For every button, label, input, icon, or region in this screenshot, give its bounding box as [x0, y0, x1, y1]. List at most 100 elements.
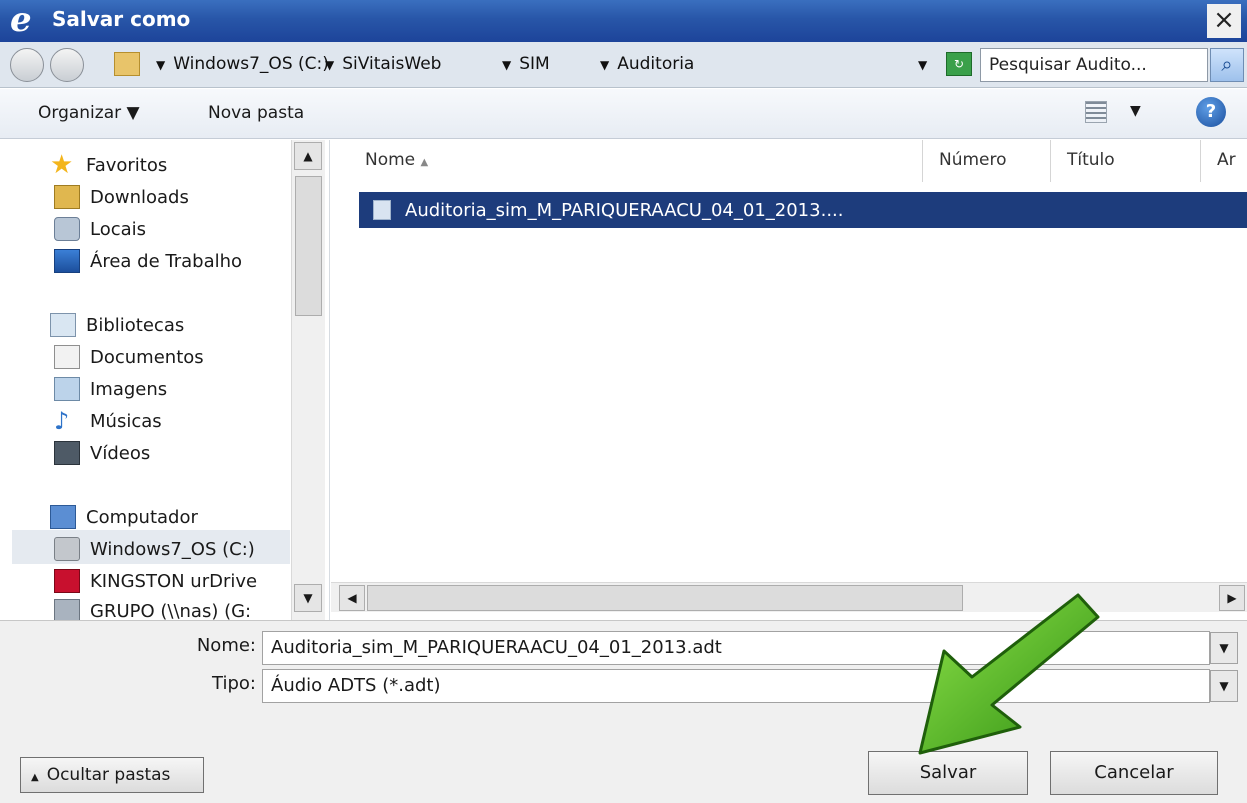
nav-libraries[interactable]: Bibliotecas [50, 310, 184, 340]
nav-label: Bibliotecas [86, 314, 185, 336]
nav-videos[interactable]: Vídeos [54, 438, 150, 468]
toolbar: Organizar ▼ Nova pasta ▼ ? [0, 89, 1247, 139]
chevron-up-icon: ▲ [31, 772, 39, 783]
nav-documents[interactable]: Documentos [54, 342, 204, 372]
save-button[interactable]: Salvar [868, 751, 1028, 795]
save-form: Nome: Auditoria_sim_M_PARIQUERAACU_04_01… [0, 620, 1247, 803]
downloads-folder-icon [54, 185, 80, 209]
desktop-icon [54, 249, 80, 273]
help-icon[interactable]: ? [1196, 97, 1226, 127]
breadcrumb-label[interactable]: SIM [519, 54, 549, 74]
search-input[interactable]: Pesquisar Audito... [980, 48, 1208, 82]
nav-scrollbar[interactable]: ▲ ▼ [291, 140, 325, 620]
column-header-title[interactable]: Título [1051, 140, 1201, 182]
scroll-right-icon[interactable]: ▶ [1219, 585, 1245, 611]
cancel-button[interactable]: Cancelar [1050, 751, 1218, 795]
nav-label: Favoritos [86, 154, 168, 176]
libraries-icon [50, 313, 76, 337]
filename-field[interactable]: Auditoria_sim_M_PARIQUERAACU_04_01_2013.… [262, 631, 1210, 665]
chevron-down-icon[interactable]: ▼ [600, 58, 609, 72]
scroll-thumb[interactable] [295, 176, 322, 316]
breadcrumb-label[interactable]: Auditoria [617, 54, 694, 74]
filename-label: Nome: [196, 635, 256, 656]
usb-drive-icon [54, 569, 80, 593]
breadcrumb-auditoria[interactable]: ▼ Auditoria [600, 54, 694, 74]
column-header-number[interactable]: Número [923, 140, 1051, 182]
forward-button[interactable] [50, 48, 84, 82]
scroll-thumb[interactable] [367, 585, 963, 611]
new-folder-button[interactable]: Nova pasta [208, 103, 304, 123]
pictures-icon [54, 377, 80, 401]
file-name: Auditoria_sim_M_PARIQUERAACU_04_01_2013.… [405, 199, 844, 221]
close-button[interactable]: × [1207, 4, 1241, 38]
videos-icon [54, 441, 80, 465]
organize-button[interactable]: Organizar ▼ [38, 103, 140, 123]
audio-file-icon [373, 200, 391, 220]
folder-icon [114, 52, 140, 76]
nav-label: GRUPO (\\nas) (G: [90, 600, 252, 621]
music-icon: ♪ [54, 407, 70, 435]
computer-icon [50, 505, 76, 529]
filetype-label: Tipo: [212, 673, 256, 694]
window-title: Salvar como [52, 7, 191, 31]
internet-explorer-icon: e [10, 0, 32, 40]
file-list-scrollbar[interactable]: ◀ ▶ [331, 582, 1247, 612]
nav-locais[interactable]: Locais [54, 214, 146, 244]
sort-ascending-icon: ▲ [420, 157, 429, 168]
nav-label: Windows7_OS (C:) [90, 538, 255, 560]
nav-label: KINGSTON urDrive [90, 570, 258, 592]
chevron-down-icon[interactable]: ▼ [1210, 632, 1238, 664]
breadcrumb-sivitaisweb[interactable]: ▼ SiVitaisWeb [325, 54, 441, 74]
hide-folders-label: Ocultar pastas [46, 765, 171, 785]
scroll-down-icon[interactable]: ▼ [294, 584, 322, 612]
hide-folders-button[interactable]: ▲ Ocultar pastas [20, 757, 204, 793]
breadcrumb-label[interactable]: SiVitaisWeb [342, 54, 441, 74]
title-bar: e Salvar como × [0, 0, 1247, 42]
star-icon: ★ [50, 150, 74, 180]
chevron-down-icon[interactable]: ▼ [502, 58, 511, 72]
chevron-down-icon[interactable]: ▼ [1130, 103, 1141, 119]
search-icon[interactable]: ⌕ [1210, 48, 1244, 82]
address-dropdown-icon[interactable]: ▼ [918, 54, 935, 74]
nav-music[interactable]: ♪ Músicas [54, 406, 162, 436]
nav-label: Computador [86, 506, 198, 528]
nav-label: Locais [90, 218, 147, 240]
column-header-name[interactable]: Nome ▲ [331, 140, 923, 182]
recent-places-icon [54, 217, 80, 241]
breadcrumb-sim[interactable]: ▼ SIM [502, 54, 550, 74]
nav-network-drive[interactable]: GRUPO (\\nas) (G: [54, 596, 251, 620]
nav-label: Imagens [90, 378, 168, 400]
drive-icon [54, 537, 80, 561]
nav-label: Músicas [90, 410, 162, 432]
documents-icon [54, 345, 80, 369]
navigation-pane: ★ Favoritos Downloads Locais Área de Tra… [0, 140, 330, 620]
nav-computer[interactable]: Computador [50, 502, 198, 532]
scroll-left-icon[interactable]: ◀ [339, 585, 365, 611]
column-label: Nome [365, 150, 416, 170]
breadcrumb-drive[interactable]: ▼ Windows7_OS (C:) [156, 54, 329, 74]
nav-desktop[interactable]: Área de Trabalho [54, 246, 242, 276]
nav-downloads[interactable]: Downloads [54, 182, 189, 212]
nav-label: Área de Trabalho [90, 250, 243, 272]
breadcrumb-label[interactable]: Windows7_OS (C:) [173, 54, 329, 74]
scroll-up-icon[interactable]: ▲ [294, 142, 322, 170]
refresh-icon[interactable]: ↻ [946, 52, 972, 76]
nav-usb-drive[interactable]: KINGSTON urDrive [54, 566, 257, 596]
nav-images[interactable]: Imagens [54, 374, 167, 404]
filetype-select[interactable]: Áudio ADTS (*.adt) [262, 669, 1210, 703]
chevron-down-icon[interactable]: ▼ [156, 58, 165, 72]
chevron-down-icon[interactable]: ▼ [325, 58, 334, 72]
view-options-icon[interactable] [1085, 101, 1107, 123]
back-button[interactable] [10, 48, 44, 82]
network-drive-icon [54, 599, 80, 620]
file-row[interactable]: Auditoria_sim_M_PARIQUERAACU_04_01_2013.… [359, 192, 1247, 228]
address-bar: ▼ Windows7_OS (C:) ▼ SiVitaisWeb ▼ SIM ▼ Aud… [0, 42, 1247, 88]
column-header-album[interactable]: Ar [1201, 140, 1247, 182]
nav-label: Documentos [90, 346, 204, 368]
nav-label: Vídeos [90, 442, 151, 464]
nav-favorites[interactable]: ★ Favoritos [50, 150, 167, 180]
file-list: Nome ▲ Número Título Ar Auditoria_sim_M_… [331, 140, 1247, 620]
nav-drive-c[interactable]: Windows7_OS (C:) [54, 534, 255, 564]
chevron-down-icon[interactable]: ▼ [1210, 670, 1238, 702]
nav-label: Downloads [90, 186, 189, 208]
